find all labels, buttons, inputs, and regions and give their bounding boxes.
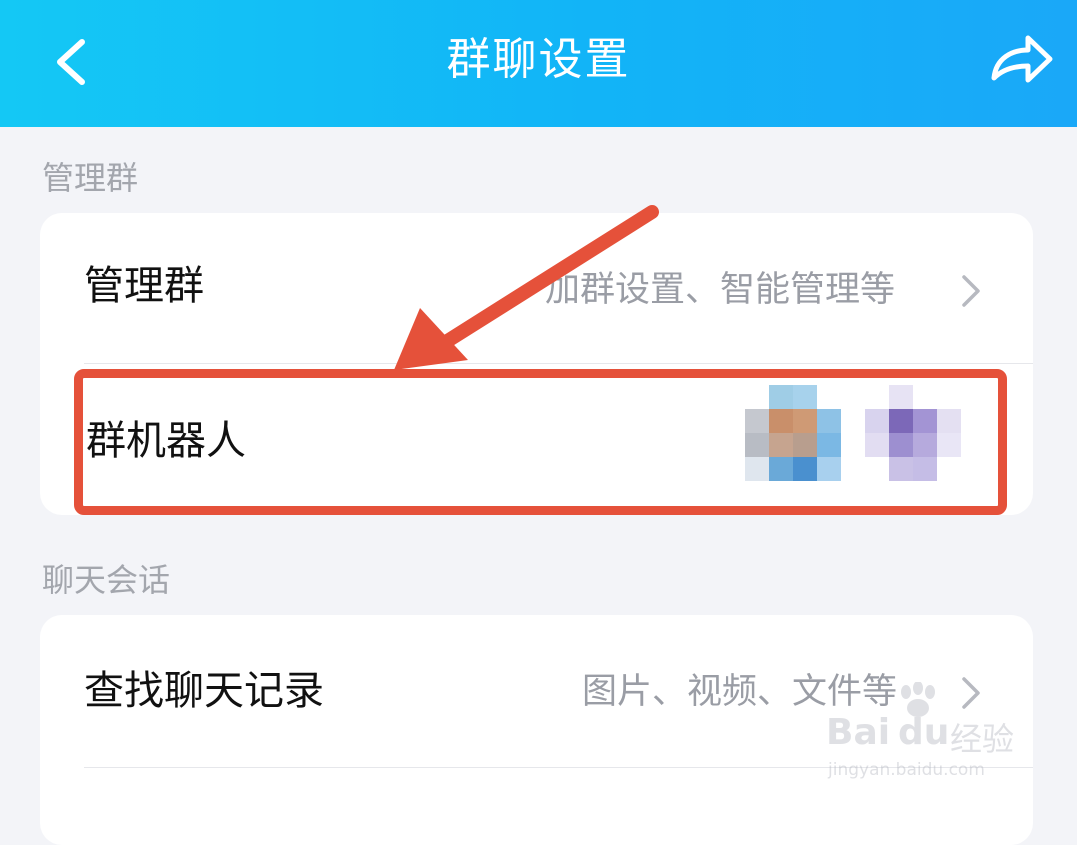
watermark-cn: 经验 <box>950 720 1015 758</box>
baidu-watermark: Bai du 经验 jingyan.baidu.com <box>826 682 1026 782</box>
share-arrow-icon <box>991 35 1053 83</box>
section-label-manage: 管理群 <box>42 159 139 197</box>
robot-avatar <box>745 385 841 481</box>
row-label: 查找聊天记录 <box>84 668 324 714</box>
group-robot-row[interactable]: 群机器人 <box>40 363 1033 515</box>
row-label: 群机器人 <box>86 418 246 464</box>
annotation-arrow-icon <box>394 205 659 370</box>
chevron-right-icon <box>962 275 980 307</box>
watermark-brand: Bai <box>826 712 891 753</box>
share-button[interactable] <box>980 28 1060 92</box>
watermark-url: jingyan.baidu.com <box>828 760 985 780</box>
robot-avatar <box>865 385 961 481</box>
title-bar: 群聊设置 <box>0 0 1077 127</box>
watermark-brand-du: du <box>898 712 950 753</box>
row-label: 管理群 <box>84 263 204 309</box>
section-label-chat: 聊天会话 <box>42 561 171 599</box>
page-title: 群聊设置 <box>446 34 631 85</box>
